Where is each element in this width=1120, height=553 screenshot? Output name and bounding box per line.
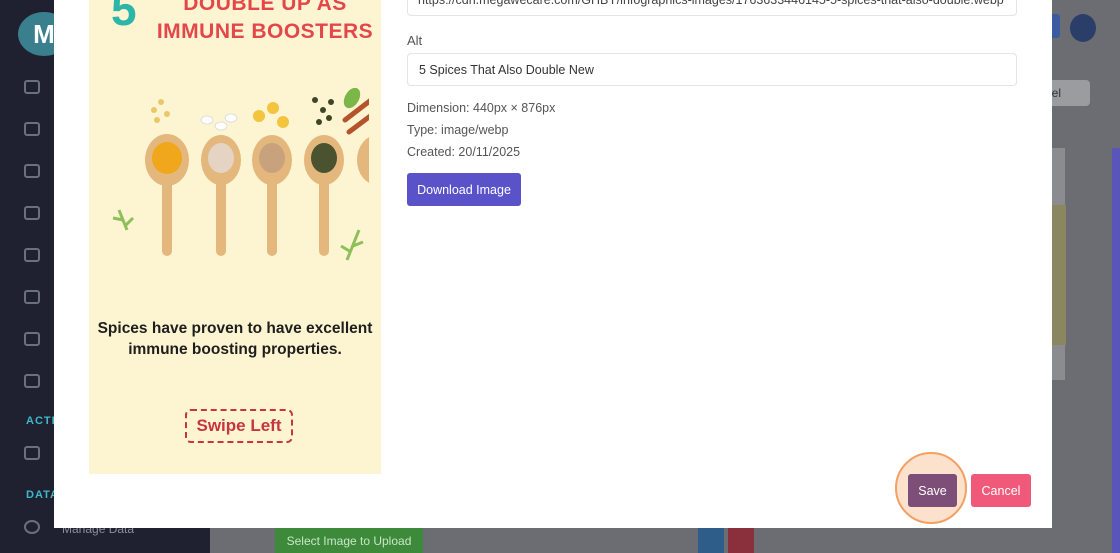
scrollbar[interactable] xyxy=(1112,148,1120,553)
users-icon[interactable] xyxy=(24,164,40,178)
image-url-field[interactable]: https://cdn.megawecare.com/GHBY/infograp… xyxy=(407,0,1017,16)
shield-icon[interactable] xyxy=(1070,14,1096,42)
alt-input[interactable] xyxy=(407,53,1017,86)
video-icon[interactable] xyxy=(24,248,40,262)
download-image-button[interactable]: Download Image xyxy=(407,173,521,206)
globe-icon[interactable] xyxy=(24,520,40,534)
spoons-illustration xyxy=(112,87,369,261)
list-icon[interactable] xyxy=(24,446,40,460)
preview-headline: DOUBLE UP AS IMMUNE BOOSTERS xyxy=(156,0,374,43)
image-preview: 5 DOUBLE UP AS IMMUNE BOOSTERS Spices ha… xyxy=(89,0,381,474)
section-active-label: ACTI xyxy=(26,415,56,427)
cancel-button[interactable]: Cancel xyxy=(971,474,1031,507)
bg-delete-button[interactable] xyxy=(728,528,754,553)
dashboard-icon[interactable] xyxy=(24,80,40,94)
images-icon[interactable] xyxy=(24,206,40,220)
preview-swipe-label: Swipe Left xyxy=(185,409,293,443)
preview-caption: Spices have proven to have excellent imm… xyxy=(97,320,373,358)
created-text: Created: 20/11/2025 xyxy=(407,145,521,159)
preview-number: 5 xyxy=(111,0,137,35)
type-text: Type: image/webp xyxy=(407,123,509,137)
articles-icon[interactable] xyxy=(24,122,40,136)
select-image-upload-button[interactable]: Select Image to Upload xyxy=(275,528,423,553)
image-details-modal: 5 DOUBLE UP AS IMMUNE BOOSTERS Spices ha… xyxy=(54,0,1052,528)
save-button[interactable]: Save xyxy=(908,474,957,507)
dimension-text: Dimension: 440px × 876px xyxy=(407,101,556,115)
table-icon[interactable] xyxy=(24,374,40,388)
calendar-icon[interactable] xyxy=(24,332,40,346)
bg-edit-button[interactable] xyxy=(698,528,724,553)
books-icon[interactable] xyxy=(24,290,40,304)
alt-label: Alt xyxy=(407,33,423,48)
